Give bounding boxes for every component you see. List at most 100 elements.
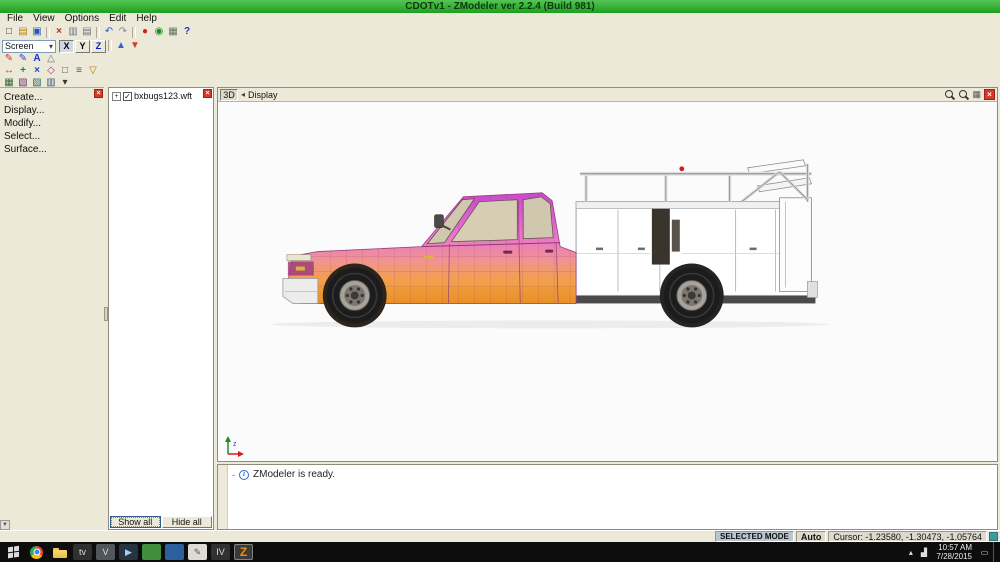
paste-icon[interactable]: ▤	[80, 26, 94, 38]
save-file-icon[interactable]: ▣	[30, 26, 44, 38]
command-create[interactable]: Create...	[0, 91, 104, 104]
openiv-icon[interactable]: IV	[211, 544, 230, 560]
window-title: CDOTv1 - ZModeler ver 2.2.4 (Build 981)	[405, 1, 595, 12]
prism-icon[interactable]: △	[44, 53, 58, 65]
redo-icon[interactable]: ↷	[116, 26, 130, 38]
close-icon[interactable]: ×	[94, 89, 103, 98]
cross-icon[interactable]: ×	[30, 65, 44, 77]
close-icon[interactable]: ×	[203, 89, 212, 98]
triangle-down-icon[interactable]: ▼	[128, 40, 142, 52]
zoom-in-icon[interactable]	[944, 89, 955, 100]
hidden-icons-icon[interactable]: ▴	[905, 548, 916, 557]
red-pencil-icon[interactable]: ✎	[2, 53, 16, 65]
show-all-button[interactable]: Show all	[110, 516, 161, 528]
diamond-icon[interactable]: ◇	[44, 65, 58, 77]
chevron-down-icon: ▾	[49, 42, 53, 51]
viewport-canvas[interactable]: z	[218, 102, 997, 461]
menu-view[interactable]: View	[28, 13, 60, 25]
viewport-3d: 3D ◂ Display ▦ ×	[217, 87, 998, 462]
viewport-mode-button[interactable]: 3D	[220, 89, 238, 101]
v-app-icon[interactable]: V	[96, 544, 115, 560]
screen-dropdown[interactable]: Screen ▾	[2, 40, 56, 53]
axis-x-icon[interactable]: X	[59, 40, 74, 53]
show-desktop-button[interactable]	[993, 542, 998, 562]
record-icon[interactable]: ●	[138, 26, 152, 38]
log-entry: - i ZModeler is ready.	[232, 469, 335, 480]
scroll-down-icon[interactable]: ▼	[0, 520, 10, 530]
log-gutter	[218, 465, 228, 529]
start-icon[interactable]	[2, 543, 25, 562]
log-bullet: -	[232, 470, 235, 480]
undo-icon[interactable]: ↶	[102, 26, 116, 38]
blue-app-icon[interactable]	[165, 544, 184, 560]
status-cursor-coordinates: Cursor: -1.23580, -1.30473, -1.05764	[828, 531, 987, 542]
clock-time: 10:57 AM	[938, 543, 972, 552]
copy-icon[interactable]: ▥	[66, 26, 80, 38]
menu-help[interactable]: Help	[131, 13, 162, 25]
taskbar-clock[interactable]: 10:57 AM 7/28/2015	[932, 543, 976, 561]
zoom-out-icon[interactable]	[958, 89, 969, 100]
grid-icon[interactable]: ▦	[166, 26, 180, 38]
viewport-tools: ▦ ×	[944, 89, 995, 100]
chevron-left-icon[interactable]: ◂	[241, 90, 245, 99]
menu-options[interactable]: Options	[60, 13, 104, 25]
taskbar-tray: ▴▟ 10:57 AM 7/28/2015 ▭	[905, 542, 1000, 562]
grid-icon[interactable]: ▦	[972, 89, 981, 100]
toolbar-draw: ✎✎A△	[0, 53, 1000, 65]
menu-edit[interactable]: Edit	[104, 13, 131, 25]
viewport-close-icon[interactable]: ×	[984, 89, 995, 100]
axis-y-icon[interactable]: Y	[75, 40, 90, 53]
axis-z-icon[interactable]: Z	[91, 40, 106, 53]
viewport-header: 3D ◂ Display ▦ ×	[218, 88, 997, 102]
square-icon[interactable]: □	[58, 65, 72, 77]
chrome-icon[interactable]	[25, 543, 48, 562]
objects-panel: × + ✓ bxbugs123.wft Show all Hide all	[108, 87, 214, 530]
tree-expander-icon[interactable]: +	[112, 92, 121, 101]
label-a-icon[interactable]: A	[30, 53, 44, 65]
status-auto-label[interactable]: Auto	[796, 531, 827, 542]
delete-icon[interactable]: ×	[52, 26, 66, 38]
command-display[interactable]: Display...	[0, 104, 104, 117]
media-app-icon[interactable]: ▶	[119, 544, 138, 560]
viewport-view-dropdown[interactable]: Display	[248, 90, 278, 100]
window-titlebar[interactable]: CDOTv1 - ZModeler ver 2.2.4 (Build 981)	[0, 0, 1000, 13]
log-panel: - i ZModeler is ready.	[217, 464, 998, 530]
object-panel-buttons: Show all Hide all	[110, 516, 212, 528]
hide-all-button[interactable]: Hide all	[162, 516, 213, 528]
target-icon[interactable]: ◉	[152, 26, 166, 38]
zmodeler-icon[interactable]: Z	[234, 544, 253, 560]
move-icon[interactable]: ↔	[2, 65, 16, 77]
add-icon[interactable]: +	[16, 65, 30, 77]
truck-model[interactable]	[218, 102, 997, 461]
blue-pencil-icon[interactable]: ✎	[16, 53, 30, 65]
help-icon[interactable]: ?	[180, 26, 194, 38]
toolbar-screen-extra: ▲▼	[106, 40, 142, 52]
menu-file[interactable]: File	[2, 13, 28, 25]
tv-app-icon[interactable]: tv	[73, 544, 92, 560]
status-indicator-square	[989, 532, 998, 541]
tri-down-icon[interactable]: ▽	[86, 65, 100, 77]
menu-bar: File View Options Edit Help	[0, 13, 1000, 25]
open-folder-icon[interactable]: ▤	[16, 26, 30, 38]
svg-text:z: z	[233, 441, 237, 448]
action-center-icon[interactable]: ▭	[979, 548, 990, 557]
log-message: ZModeler is ready.	[253, 469, 335, 480]
command-modify[interactable]: Modify...	[0, 117, 104, 130]
command-surface[interactable]: Surface...	[0, 143, 104, 156]
notepad-icon[interactable]: ✎	[188, 544, 207, 560]
file-explorer-icon[interactable]	[48, 543, 71, 562]
clock-date: 7/28/2015	[936, 552, 972, 561]
object-name[interactable]: bxbugs123.wft	[134, 91, 192, 101]
object-tree-row[interactable]: + ✓ bxbugs123.wft	[109, 88, 213, 101]
layers-icon[interactable]: ≡	[72, 65, 86, 77]
taskbar: tvV▶ ✎IVZ ▴▟ 10:57 AM 7/28/2015 ▭	[0, 542, 1000, 562]
new-file-icon[interactable]: □	[2, 26, 16, 38]
green-app-icon[interactable]	[142, 544, 161, 560]
object-visibility-checkbox[interactable]: ✓	[123, 92, 132, 101]
separator-icon	[108, 40, 112, 51]
axis-toggle-group: XYZ	[59, 40, 106, 53]
separator-icon	[96, 27, 100, 38]
network-icon[interactable]: ▟	[918, 548, 929, 557]
triangle-up-icon[interactable]: ▲	[114, 40, 128, 52]
command-select[interactable]: Select...	[0, 130, 104, 143]
